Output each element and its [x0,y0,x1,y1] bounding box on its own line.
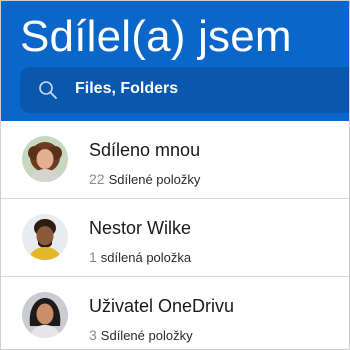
item-count-label: Sdílené položky [108,172,201,187]
item-name: Nestor Wilke [89,218,192,238]
item-name: Sdíleno mnou [89,140,201,160]
page-title: Sdílel(a) jsem [20,12,292,61]
item-count: 3 [89,327,97,343]
list-item-onedrive-user[interactable]: Uživatel OneDrivu 3 Sdílené položky [1,277,349,349]
avatar [22,292,68,338]
avatar [22,214,68,260]
search-bar[interactable]: Files, Folders [20,67,349,113]
item-meta: 3 Sdílené položky [89,327,193,343]
item-meta: 22 Sdílené položky [89,171,200,187]
item-meta: 1 sdílená položka [89,249,191,265]
item-count-label: Sdílené položky [100,328,193,343]
item-count: 1 [89,249,97,265]
item-name: Uživatel OneDrivu [89,296,235,316]
shared-list: Sdíleno mnou 22 Sdílené položky Nestor Wi… [1,121,349,349]
search-input[interactable]: Files, Folders [75,80,178,98]
search-icon [39,81,57,99]
item-count-label: sdílená položka [100,250,192,265]
avatar [22,136,68,182]
header: Sdílel(a) jsem Files, Folders [1,1,349,121]
list-item-nestor-wilke[interactable]: Nestor Wilke 1 sdílená položka [1,199,349,277]
shared-screen: Sdílel(a) jsem Files, Folders Sdíleno mn… [0,0,350,350]
list-item-shared-by-me[interactable]: Sdíleno mnou 22 Sdílené položky [1,121,349,199]
item-count: 22 [89,171,105,187]
